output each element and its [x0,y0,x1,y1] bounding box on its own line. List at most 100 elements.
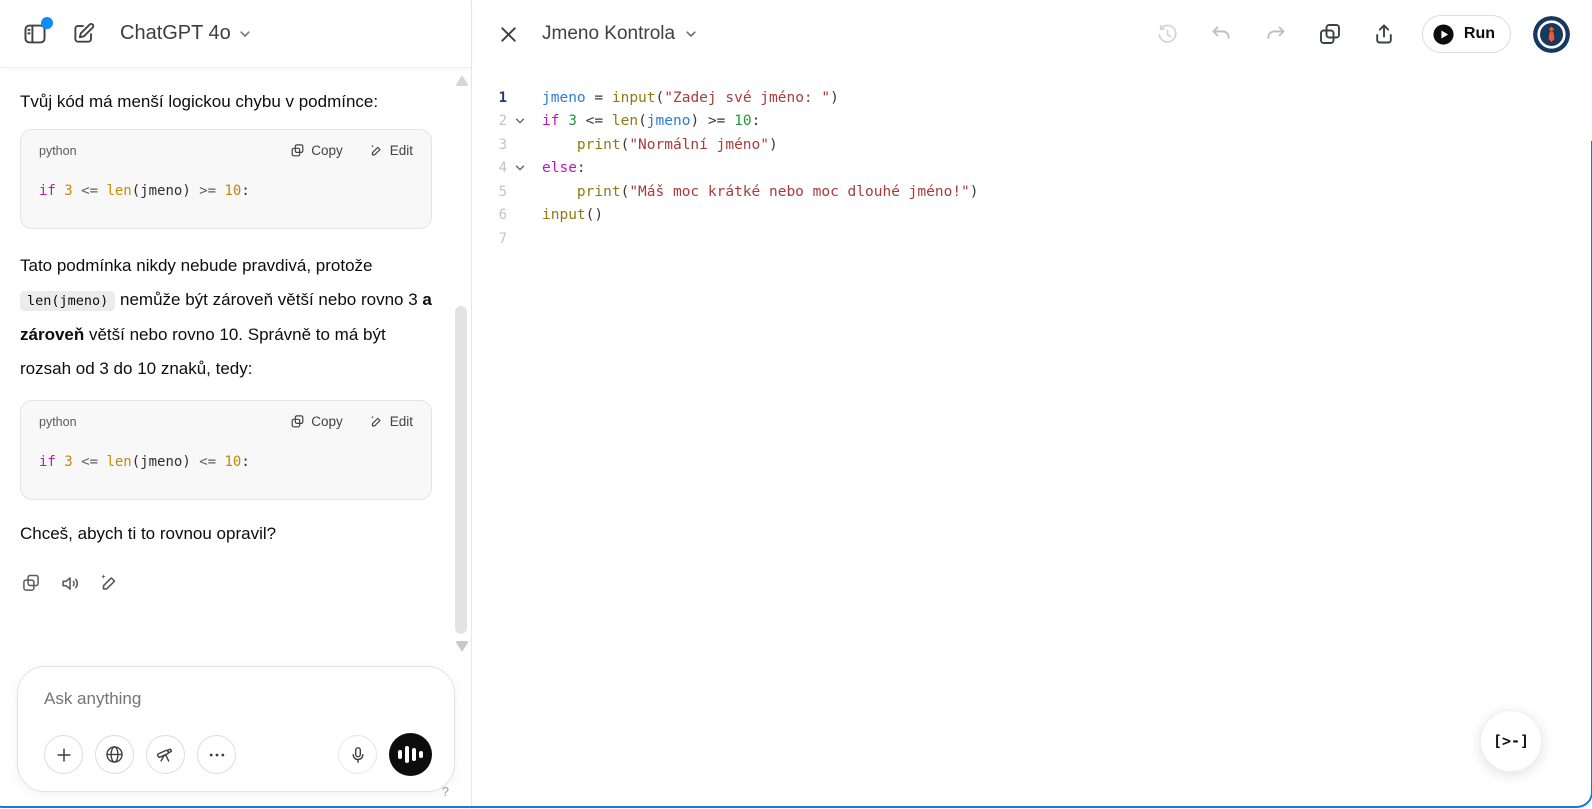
voice-mode-button[interactable] [389,733,432,776]
speaker-icon [60,573,81,594]
code-editor[interactable]: 1 jmeno = input("Zadej své jméno: ") 2 if 3… [472,68,1592,251]
code-block-2: python Copy Edit if 3 <= len(jmeno) <= 1… [20,400,432,500]
canvas-header: Jmeno Kontrola [472,0,1592,68]
code-line[interactable]: 3 print("Normální jméno") [472,133,1592,157]
help-button[interactable]: ? [442,784,449,799]
edit-label: Edit [390,414,413,429]
dictate-button[interactable] [338,735,377,774]
edit-in-canvas-button[interactable] [98,572,120,594]
line-number: 2 [472,113,507,129]
telescope-icon [155,744,176,765]
new-chat-button[interactable] [66,17,100,51]
code-block-header: python Copy Edit [21,401,431,429]
message-composer [17,666,455,792]
model-selector[interactable]: ChatGPT 4o [120,22,252,45]
line-number: 5 [472,184,507,200]
code-block-header: python Copy Edit [21,130,431,158]
scrollbar-up-arrow[interactable] [455,75,469,86]
globe-icon [104,744,125,765]
share-button[interactable] [1372,22,1396,46]
edit-code-button[interactable]: Edit [369,414,413,429]
code-language-label: python [39,415,290,429]
assistant-message-intro: Tvůj kód má menší logickou chybu v podmí… [20,90,412,114]
code-line[interactable]: 5 print("Máš moc krátké nebo moc dlouhé … [472,180,1592,204]
message-actions [20,572,412,594]
edit-sparkle-icon [369,414,384,429]
paragraph-text: Tato podmínka nikdy nebude pravdivá, pro… [20,256,373,275]
read-aloud-button[interactable] [59,572,81,594]
chat-input[interactable] [44,689,432,709]
inline-code: len(jmeno) [20,291,115,311]
close-canvas-button[interactable] [496,22,520,46]
code-text: print("Normální jméno") [542,137,778,153]
sidebar-toggle-button[interactable] [18,17,52,51]
code-line[interactable]: 4else: [472,157,1592,181]
share-upload-icon [1372,22,1396,46]
app-window: ChatGPT 4o Tvůj kód má menší logickou ch… [0,0,1592,809]
scrollbar-thumb[interactable] [455,306,467,634]
fold-chevron-icon[interactable] [507,115,533,127]
code-line[interactable]: 1 jmeno = input("Zadej své jméno: ") [472,86,1592,110]
console-icon: [>-] [1493,732,1529,750]
composer-toolbar [44,733,432,776]
redo-button[interactable] [1264,22,1288,46]
run-label: Run [1464,25,1495,43]
line-number: 6 [472,207,507,223]
chevron-down-icon [684,27,698,41]
paragraph-text: nemůže být zároveň větší nebo rovno 3 [115,290,422,309]
code-line[interactable]: 7 [472,227,1592,251]
code-text: if 3 <= len(jmeno) >= 10: [542,113,760,129]
ellipsis-icon [207,745,227,765]
edit-label: Edit [390,143,413,158]
avatar-tie-icon [1533,16,1570,53]
code-line[interactable]: 6 input() [472,204,1592,228]
copy-icon [1318,22,1342,46]
copy-code-button[interactable]: Copy [290,414,343,429]
copy-icon [290,414,305,429]
chat-header: ChatGPT 4o [0,0,471,68]
code-snippet: if 3 <= len(jmeno) <= 10: [21,429,431,499]
attach-button[interactable] [44,735,83,774]
waveform-icon [398,750,402,759]
user-avatar[interactable] [1533,16,1570,53]
code-text: jmeno = input("Zadej své jméno: ") [542,90,839,106]
copy-label: Copy [311,143,343,158]
chat-panel: ChatGPT 4o Tvůj kód má menší logickou ch… [0,0,472,809]
scrollbar-down-arrow[interactable] [455,641,469,652]
fold-chevron-icon[interactable] [507,162,533,174]
play-icon [1432,23,1455,46]
copy-code-button[interactable]: Copy [290,143,343,158]
line-number: 1 [472,90,507,106]
compose-icon [71,21,96,46]
copy-canvas-button[interactable] [1318,22,1342,46]
code-line[interactable]: 2 if 3 <= len(jmeno) >= 10: [472,110,1592,134]
canvas-title: Jmeno Kontrola [542,23,675,45]
version-history-button[interactable] [1156,22,1180,46]
code-language-label: python [39,144,290,158]
run-button[interactable]: Run [1422,15,1511,53]
more-options-button[interactable] [197,735,236,774]
search-web-button[interactable] [95,735,134,774]
copy-message-button[interactable] [20,572,42,594]
canvas-title-menu[interactable]: Jmeno Kontrola [542,23,698,45]
edit-sparkle-icon [98,572,120,594]
model-label: ChatGPT 4o [120,22,231,45]
notification-dot [41,17,53,29]
copy-icon [290,143,305,158]
close-icon [497,23,520,46]
copy-icon [21,573,41,593]
undo-button[interactable] [1210,22,1234,46]
microphone-icon [348,745,368,765]
console-toggle-button[interactable]: [>-] [1480,710,1542,772]
code-text: else: [542,160,586,176]
copy-label: Copy [311,414,343,429]
chevron-down-icon [238,27,252,41]
plus-icon [54,745,74,765]
edit-code-button[interactable]: Edit [369,143,413,158]
canvas-actions: Run [1156,15,1570,53]
deep-research-button[interactable] [146,735,185,774]
line-number: 7 [472,231,507,247]
canvas-panel: Jmeno Kontrola [472,0,1592,809]
history-icon [1156,23,1179,46]
code-text: input() [542,207,603,223]
